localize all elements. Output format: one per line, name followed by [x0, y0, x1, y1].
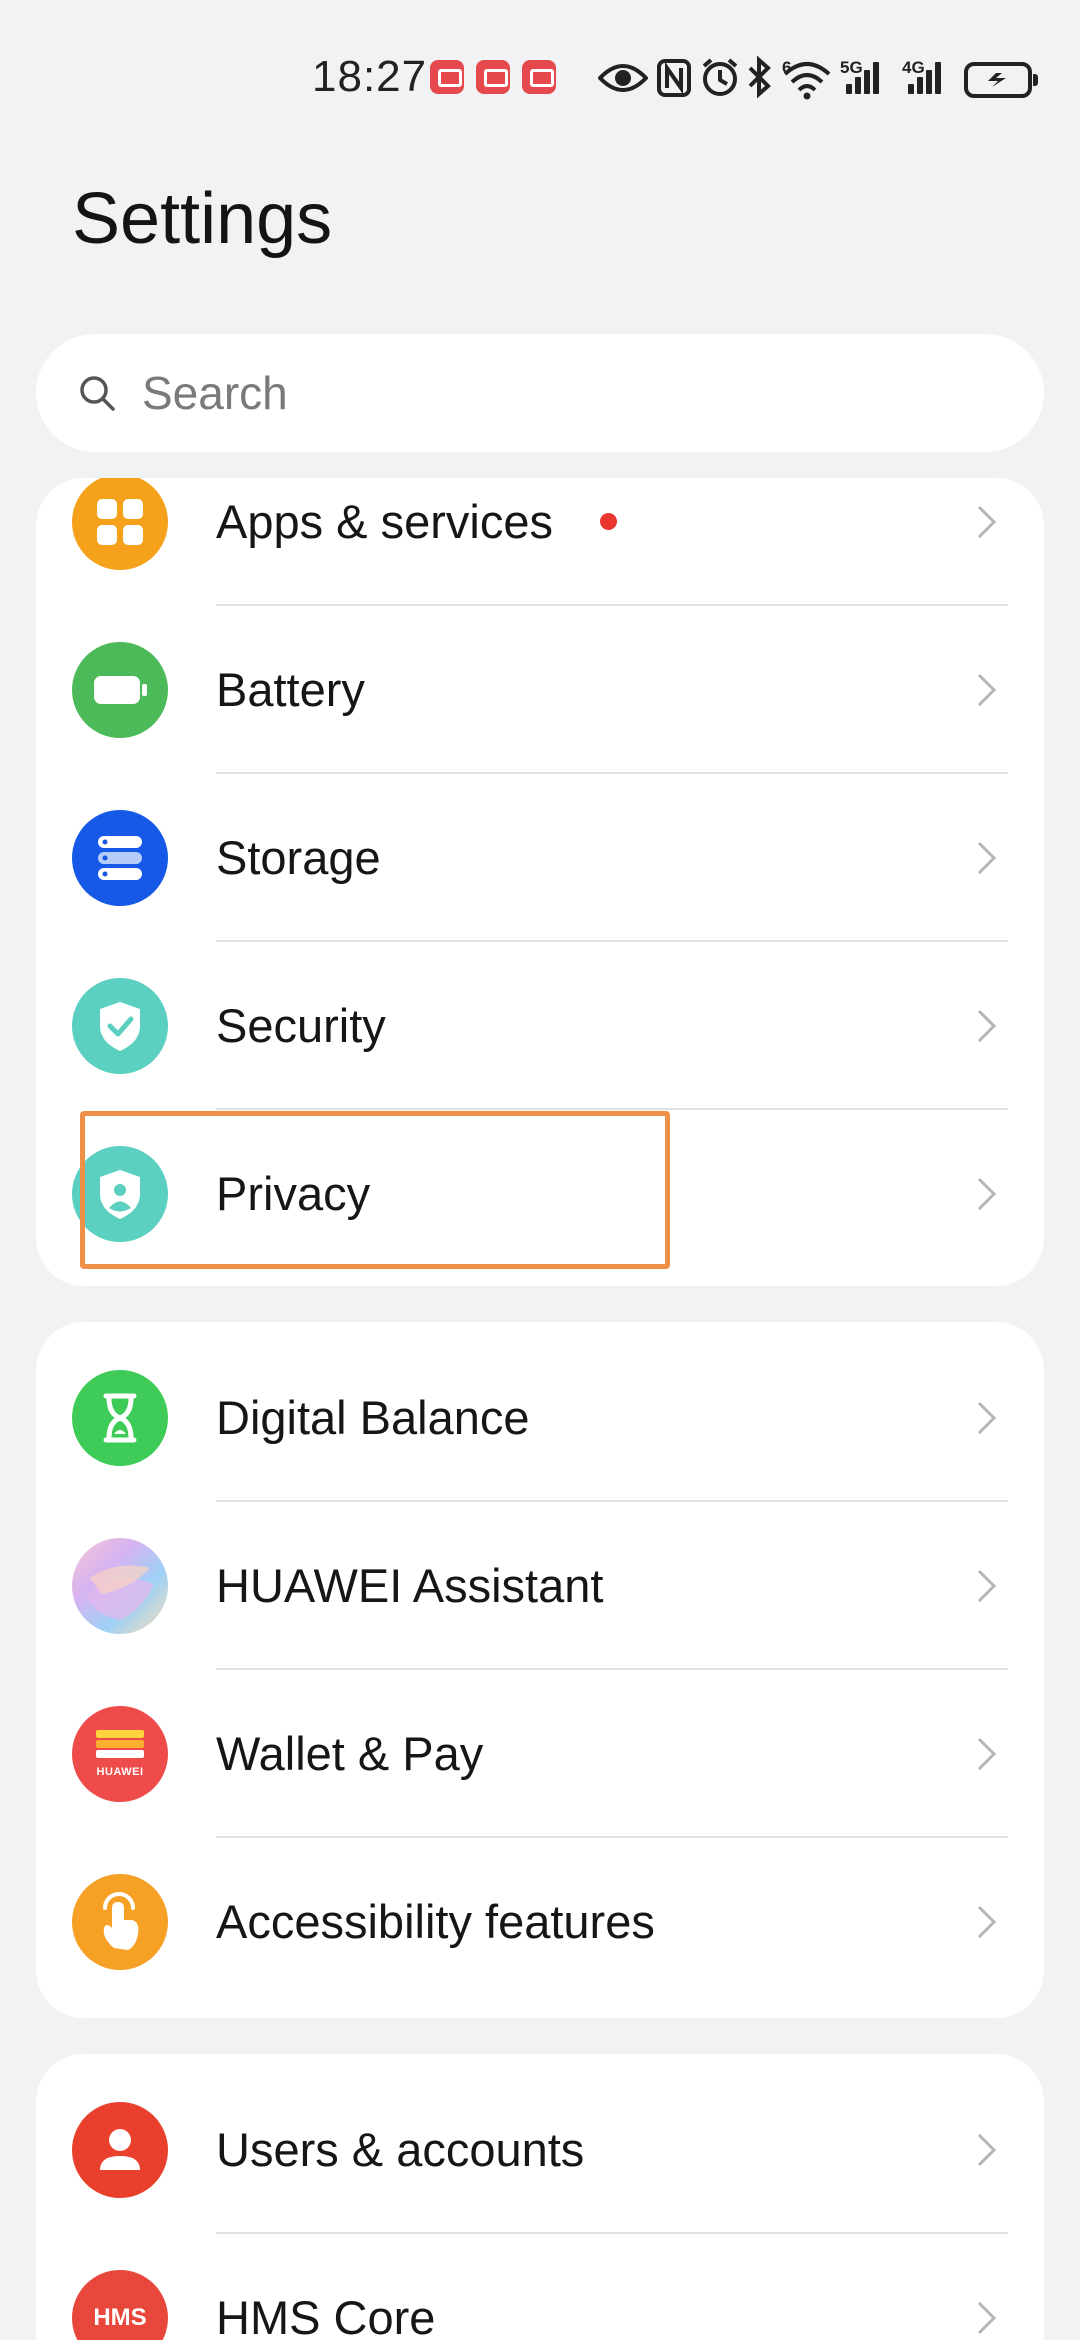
battery-charging-icon — [964, 62, 1038, 98]
settings-item-storage[interactable]: Storage — [36, 774, 1044, 942]
hms-icon: HMS — [72, 2270, 168, 2340]
chevron-right-icon — [977, 1009, 997, 1043]
status-time: 18:27 — [312, 52, 428, 101]
settings-group-accounts: Users & accounts HMS HMS Core — [36, 2054, 1044, 2340]
settings-item-wallet-pay[interactable]: HUAWEI Wallet & Pay — [36, 1670, 1044, 1838]
search-input[interactable] — [142, 334, 1002, 452]
settings-item-label: Wallet & Pay — [216, 1727, 484, 1780]
battery-icon — [72, 642, 168, 738]
huawei-store-notification-icon — [522, 60, 556, 94]
settings-item-label: Apps & services — [216, 495, 553, 548]
settings-item-battery[interactable]: Battery — [36, 606, 1044, 774]
book-notification-icon — [476, 60, 510, 94]
wifi-icon — [783, 62, 831, 100]
signal-icon — [908, 58, 948, 94]
alarm-icon — [702, 58, 738, 96]
settings-item-users-accounts[interactable]: Users & accounts — [36, 2066, 1044, 2234]
user-icon — [72, 2102, 168, 2198]
huawei-store-notification-icon — [430, 60, 464, 94]
settings-item-apps-services[interactable]: Apps & services — [36, 478, 1044, 606]
hand-touch-icon — [72, 1874, 168, 1970]
settings-item-label: Storage — [216, 831, 381, 884]
chevron-right-icon — [977, 1905, 997, 1939]
search-bar[interactable] — [36, 334, 1044, 452]
wallet-icon-text: HUAWEI — [96, 1766, 144, 1778]
settings-item-huawei-assistant[interactable]: HUAWEI Assistant — [36, 1502, 1044, 1670]
settings-item-label: HUAWEI Assistant — [216, 1559, 604, 1612]
chevron-right-icon — [977, 2301, 997, 2335]
shield-check-icon — [72, 978, 168, 1074]
chevron-right-icon — [977, 505, 997, 539]
settings-item-label: Digital Balance — [216, 1391, 530, 1444]
settings-item-accessibility[interactable]: Accessibility features — [36, 1838, 1044, 2006]
bluetooth-icon — [748, 56, 771, 98]
page-title: Settings — [72, 179, 333, 259]
hourglass-icon — [72, 1370, 168, 1466]
chevron-right-icon — [977, 2133, 997, 2167]
privacy-highlight-box — [80, 1111, 670, 1269]
chevron-right-icon — [977, 1177, 997, 1211]
settings-item-label: Battery — [216, 663, 365, 716]
apps-grid-icon — [72, 478, 168, 570]
settings-item-label: HMS Core — [216, 2291, 436, 2340]
status-bar: 18:27 6 5G 4G — [0, 0, 1080, 120]
chevron-right-icon — [977, 1737, 997, 1771]
search-icon — [80, 376, 115, 411]
settings-group-services: Digital Balance HUAWEI Assistant HUAWEI … — [36, 1322, 1044, 2018]
signal-icon — [846, 58, 886, 94]
settings-item-security[interactable]: Security — [36, 942, 1044, 1110]
settings-item-label: Security — [216, 999, 386, 1052]
chevron-right-icon — [977, 1569, 997, 1603]
settings-item-label: Users & accounts — [216, 2123, 585, 2176]
chevron-right-icon — [977, 673, 997, 707]
settings-item-digital-balance[interactable]: Digital Balance — [36, 1334, 1044, 1502]
storage-icon — [72, 810, 168, 906]
assistant-icon — [72, 1538, 168, 1634]
chevron-right-icon — [977, 1401, 997, 1435]
settings-item-label: Accessibility features — [216, 1895, 655, 1948]
nfc-icon — [657, 59, 691, 97]
hms-icon-text: HMS — [93, 2304, 147, 2331]
chevron-right-icon — [977, 841, 997, 875]
wallet-icon: HUAWEI — [72, 1706, 168, 1802]
notification-badge-dot — [600, 513, 617, 530]
eye-comfort-icon — [598, 64, 648, 92]
settings-item-hms-core[interactable]: HMS HMS Core — [36, 2234, 1044, 2340]
